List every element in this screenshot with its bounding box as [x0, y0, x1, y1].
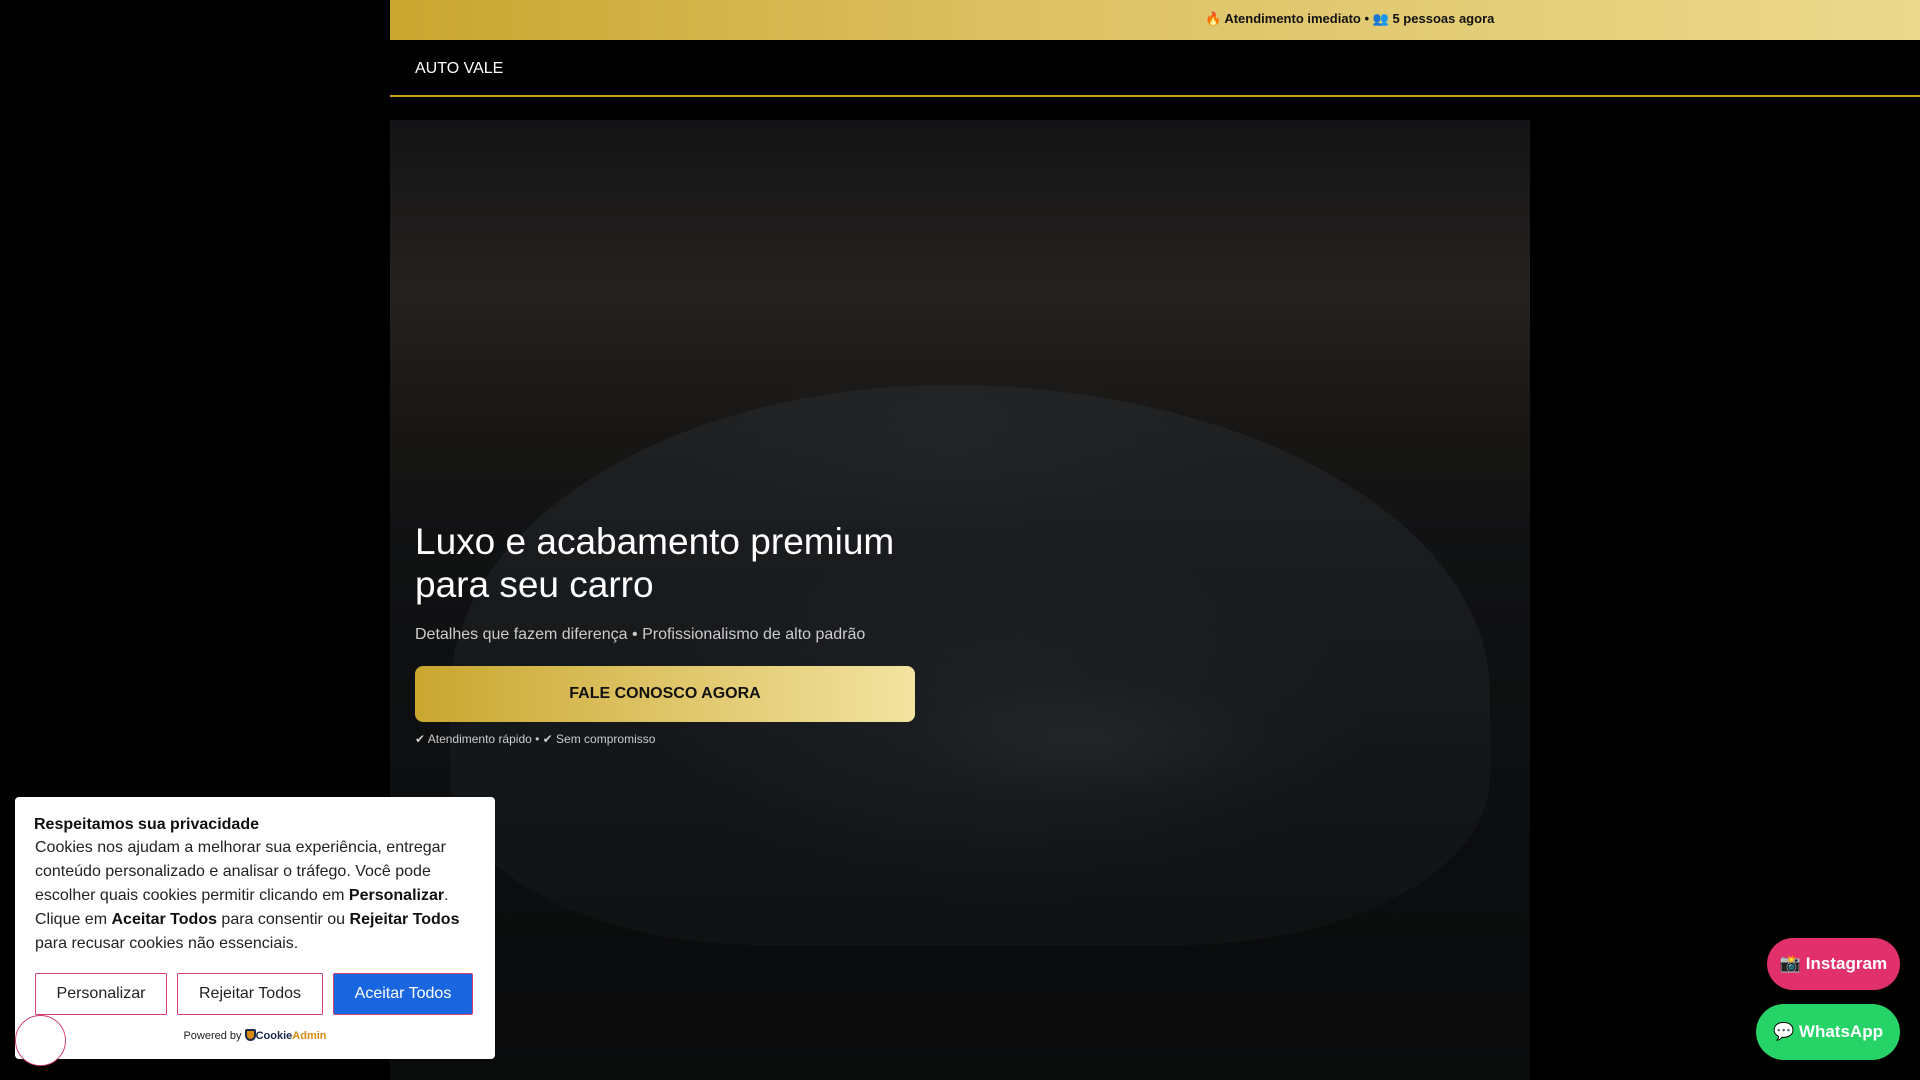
cookie-actions: Personalizar Rejeitar Todos Aceitar Todo… [35, 973, 475, 1015]
hero-title: Luxo e acabamento premium para seu carro [415, 521, 895, 605]
powered-by: Powered by CookieAdmin [183, 1029, 327, 1042]
reject-all-button[interactable]: Rejeitar Todos [177, 973, 323, 1015]
cookie-text: Cookies nos ajudam a melhorar sua experi… [35, 839, 460, 952]
cookie-consent-banner: Respeitamos sua privacidade Cookies nos … [15, 797, 495, 1059]
cookie-preferences-toggle[interactable] [15, 1015, 66, 1066]
hero-subtitle: Detalhes que fazem diferença • Profissio… [415, 626, 866, 643]
contact-now-button[interactable]: FALE CONOSCO AGORA [415, 666, 915, 722]
cookie-title: Respeitamos sua privacidade [34, 816, 259, 833]
announcement-bar: 🔥 Atendimento imediato • 👥 5 pessoas ago… [390, 0, 1920, 40]
accept-all-button[interactable]: Aceitar Todos [333, 973, 473, 1015]
instagram-button[interactable]: 📸 Instagram [1767, 938, 1900, 990]
brand-logo[interactable]: AUTO VALE [415, 60, 503, 78]
hero-benefits: ✔ Atendimento rápido • ✔ Sem compromisso [415, 732, 656, 746]
customize-button[interactable]: Personalizar [35, 973, 167, 1015]
whatsapp-button[interactable]: 💬 WhatsApp [1756, 1004, 1900, 1060]
hero-content: Luxo e acabamento premium para seu carro… [415, 520, 935, 746]
fire-icon: 🔥 [1205, 11, 1222, 26]
announcement-text: 🔥 Atendimento imediato • 👥 5 pessoas ago… [1205, 11, 1495, 26]
people-icon: 👥 [1372, 11, 1389, 26]
cookieadmin-logo[interactable]: CookieAdmin [256, 1030, 327, 1042]
hero-section: Luxo e acabamento premium para seu carro… [390, 120, 1530, 1080]
cookieadmin-shield-icon [244, 1029, 256, 1041]
navbar: AUTO VALE [390, 40, 1920, 97]
